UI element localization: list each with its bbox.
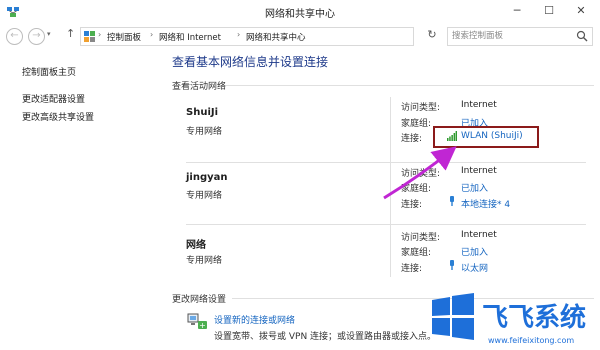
arrow-path (383, 146, 457, 200)
windows-logo-icon (432, 293, 474, 340)
brand-url: www.feifeixitong.com (488, 336, 574, 345)
brand-name: 飞飞系统 (482, 302, 586, 333)
brand-logo-watermark: 飞飞系统 www.feifeixitong.com (432, 293, 586, 345)
